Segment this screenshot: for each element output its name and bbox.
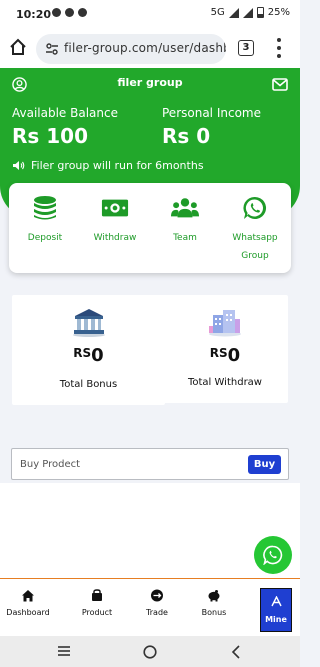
signal-icon bbox=[228, 7, 239, 18]
cash-icon bbox=[101, 199, 129, 217]
deposit-button[interactable]: Deposit bbox=[15, 195, 75, 247]
nav-mine[interactable]: Mine bbox=[260, 588, 292, 632]
coins-icon bbox=[34, 196, 56, 220]
withdraw-label: Withdraw bbox=[93, 233, 137, 243]
whatsapp-notif-icon bbox=[65, 8, 74, 17]
total-withdraw-value: 0 bbox=[227, 345, 241, 366]
nav-bonus-label: Bonus bbox=[201, 608, 227, 617]
address-bar[interactable]: filer-group.com/user/dashboa bbox=[36, 34, 226, 64]
notif-icon bbox=[78, 8, 87, 17]
signal-icon-2 bbox=[242, 7, 253, 18]
piggy-bank-icon bbox=[208, 590, 220, 602]
content-area bbox=[0, 483, 300, 578]
total-bonus-card: RS0 Total Bonus bbox=[12, 295, 165, 405]
balance-value: Rs 100 bbox=[12, 124, 89, 148]
buy-button[interactable]: Buy bbox=[248, 455, 281, 474]
mine-icon bbox=[270, 596, 282, 607]
site-settings-icon[interactable] bbox=[45, 42, 59, 56]
speaker-icon bbox=[13, 161, 25, 170]
nav-product-label: Product bbox=[81, 608, 113, 617]
whatsapp-icon bbox=[263, 545, 283, 565]
income-value: Rs 0 bbox=[162, 124, 211, 148]
buy-product-input[interactable] bbox=[12, 449, 242, 479]
home-icon[interactable] bbox=[8, 37, 28, 57]
product-icon bbox=[92, 589, 102, 601]
balance-label: Available Balance bbox=[12, 106, 118, 120]
nav-dashboard-label: Dashboard bbox=[6, 608, 50, 617]
status-bar: 10:20 5G 25% bbox=[0, 0, 300, 28]
total-bonus-value: 0 bbox=[91, 345, 104, 366]
whatsapp-group-label: Whatsapp Group bbox=[232, 233, 278, 261]
currency-label: RS bbox=[73, 346, 92, 360]
nav-product[interactable]: Product bbox=[69, 589, 125, 617]
whatsapp-chat-button[interactable] bbox=[254, 536, 292, 574]
home-icon bbox=[22, 590, 34, 602]
whatsapp-icon bbox=[243, 196, 267, 219]
battery-icon bbox=[256, 7, 264, 18]
network-label: 5G bbox=[210, 7, 225, 18]
system-navigation-bar bbox=[0, 636, 300, 667]
mail-icon[interactable] bbox=[272, 78, 288, 91]
team-icon bbox=[171, 198, 199, 218]
total-bonus-label: Total Bonus bbox=[59, 379, 118, 390]
currency-label: RS bbox=[209, 346, 228, 360]
tab-switcher-button[interactable]: 3 bbox=[238, 40, 254, 56]
whatsapp-group-button[interactable]: Whatsapp Group bbox=[225, 195, 285, 265]
income-label: Personal Income bbox=[162, 106, 261, 120]
url-text: filer-group.com/user/dashboa bbox=[64, 41, 226, 55]
nav-trade-label: Trade bbox=[146, 608, 168, 617]
bank-icon bbox=[72, 309, 105, 337]
quick-actions-card: Deposit Withdraw Team Whatsapp Group bbox=[9, 183, 291, 273]
back-icon[interactable] bbox=[231, 645, 241, 659]
notification-icons bbox=[52, 8, 87, 17]
team-label: Team bbox=[173, 233, 197, 243]
total-bonus-amount: RS0 bbox=[12, 341, 165, 366]
building-icon bbox=[209, 310, 241, 337]
buy-product-form: Buy bbox=[11, 448, 289, 480]
nav-dashboard[interactable]: Dashboard bbox=[0, 589, 56, 617]
trade-icon bbox=[151, 589, 163, 602]
total-withdraw-amount: RS0 bbox=[162, 341, 288, 366]
withdraw-button[interactable]: Withdraw bbox=[85, 195, 145, 247]
browser-menu-icon[interactable] bbox=[276, 38, 282, 58]
home-nav-icon[interactable] bbox=[143, 645, 157, 659]
browser-toolbar: filer-group.com/user/dashboa 3 bbox=[0, 28, 300, 68]
status-right: 5G 25% bbox=[211, 7, 290, 18]
recent-apps-icon[interactable] bbox=[57, 645, 71, 657]
nav-mine-label: Mine bbox=[265, 615, 287, 624]
page-title: filer group bbox=[117, 76, 183, 89]
deposit-label: Deposit bbox=[27, 233, 63, 243]
messenger-icon bbox=[52, 8, 61, 17]
status-time: 10:20 bbox=[16, 8, 52, 21]
announcement-text: Filer group will run for 6months bbox=[31, 159, 204, 172]
announcement: Filer group will run for 6months bbox=[12, 159, 204, 172]
total-withdraw-card: RS0 Total Withdraw bbox=[162, 295, 288, 403]
team-button[interactable]: Team bbox=[155, 195, 215, 247]
bottom-navigation: Dashboard Product Trade Bonus Mine bbox=[0, 578, 300, 636]
nav-bonus[interactable]: Bonus bbox=[186, 589, 242, 617]
total-withdraw-label: Total Withdraw bbox=[187, 377, 262, 388]
nav-trade[interactable]: Trade bbox=[129, 589, 185, 617]
battery-level: 25% bbox=[267, 7, 290, 18]
